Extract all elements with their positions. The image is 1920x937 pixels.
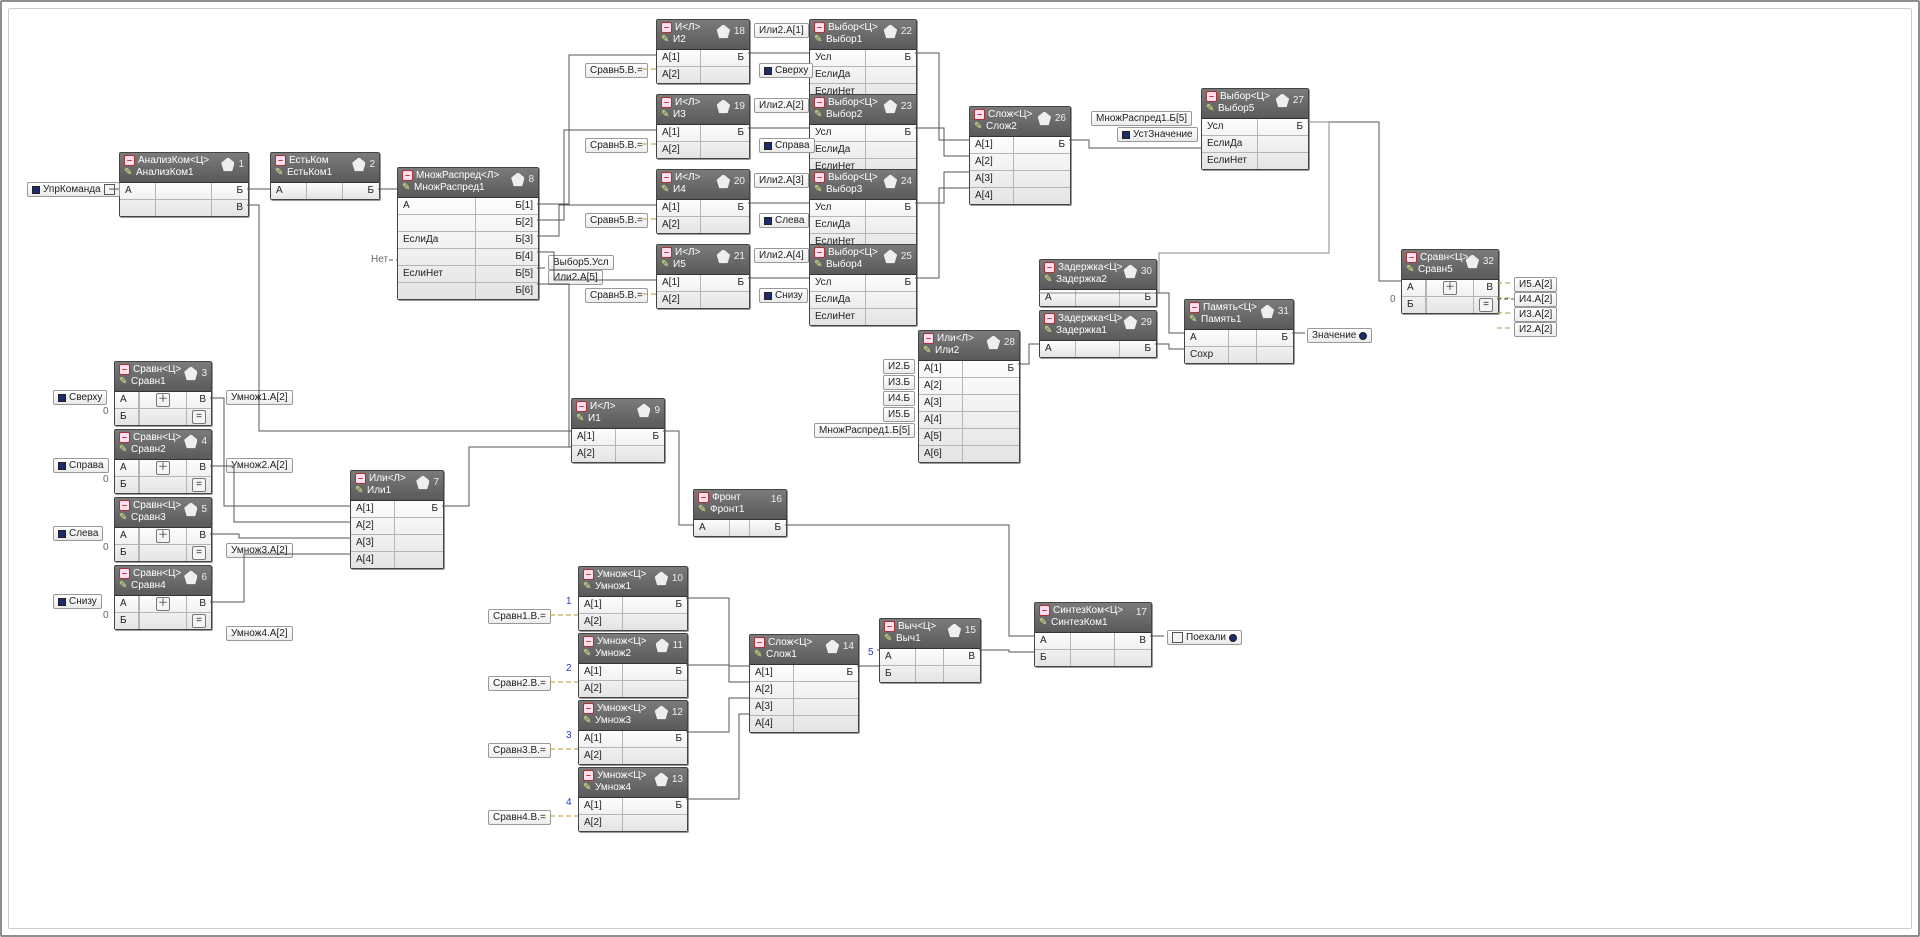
tag-ili2-a1[interactable]: Или2.А[1]: [754, 23, 809, 38]
block-vybor1[interactable]: –Выбор<Ц>Выбор122 УслБЕслиДаЕслиНет: [809, 19, 917, 101]
tag-i2-a2[interactable]: И2.А[2]: [1514, 322, 1557, 337]
tag-i2-b[interactable]: И2.Б: [883, 359, 915, 374]
const-0-2: 0: [103, 474, 109, 485]
tag-i4-b[interactable]: И4.Б: [883, 391, 915, 406]
block-front1[interactable]: –Фронт Фронт1 16 АБ: [693, 489, 787, 537]
tag-i4-a2[interactable]: И4.А[2]: [1514, 292, 1557, 307]
tag-sravn5-v-b[interactable]: Сравн5.В.=: [585, 138, 648, 153]
tag-ili2-a5[interactable]: Или2.А[5]: [548, 270, 603, 285]
tag-vybor5-usl[interactable]: Выбор5.Усл: [548, 255, 614, 270]
block-vybor4[interactable]: –Выбор<Ц>Выбор425 УслБЕслиДаЕслиНет: [809, 244, 917, 326]
block-analizkоm1[interactable]: –АнализКом<Ц> АнализКом1 1 АБ В: [119, 152, 249, 217]
const-2: 2: [566, 663, 572, 674]
tag-i3-a2[interactable]: И3.А[2]: [1514, 307, 1557, 322]
pin-sverhu-a[interactable]: Сверху: [53, 390, 107, 405]
pin-sverhu-b[interactable]: Сверху: [759, 63, 813, 78]
tag-mnozrazpred-b5-a[interactable]: МножРаспред1.Б[5]: [814, 423, 915, 438]
tag-ili2-a2[interactable]: Или2.А[2]: [754, 98, 809, 113]
block-sravn1[interactable]: –Сравн<Ц> Сравн1 3 А＋В Б=: [114, 361, 212, 426]
block-umnozh3[interactable]: –Умнож<Ц> Умнож3 12 А[1]Б А[2]: [578, 700, 688, 765]
pin-sprava-b[interactable]: Справа: [759, 138, 815, 153]
tag-sravn5-v-d[interactable]: Сравн5.В.=: [585, 288, 648, 303]
block-sravn4[interactable]: –Сравн<Ц> Сравн4 6 А＋В Б=: [114, 565, 212, 630]
tag-sravn2-v[interactable]: Сравн2.В.=: [488, 676, 551, 691]
const-0-4: 0: [103, 610, 109, 621]
block-zaderzhka1[interactable]: –Задержка<Ц>Задержка129 АБ: [1039, 310, 1157, 358]
block-umnozh1[interactable]: –Умнож<Ц> Умнож1 10 А[1]Б А[2]: [578, 566, 688, 631]
tag-i3-b[interactable]: И3.Б: [883, 375, 915, 390]
tag-sravn4-v[interactable]: Сравн4.В.=: [488, 810, 551, 825]
tag-umnozh3-a2[interactable]: Умнож3.А[2]: [226, 543, 293, 558]
block-vych1[interactable]: –Выч<Ц> Выч1 15 АВ Б: [879, 618, 981, 683]
block-i2[interactable]: –И<Л>И218 А[1]БА[2]: [656, 19, 750, 84]
const-0-3: 0: [103, 542, 109, 553]
pin-znachenie[interactable]: Значение: [1307, 328, 1372, 343]
tag-sravn5-v-a[interactable]: Сравн5.В.=: [585, 63, 648, 78]
const-net: Нет: [371, 254, 388, 265]
pin-ustznachenie[interactable]: УстЗначение: [1117, 127, 1198, 142]
pin-snizu-b[interactable]: Снизу: [759, 288, 808, 303]
const-4: 4: [566, 797, 572, 808]
pin-sprava-a[interactable]: Справа: [53, 458, 109, 473]
block-sravn5[interactable]: –Сравн<Ц>Сравн532 А＋В Б=: [1401, 249, 1499, 314]
diagram-canvas[interactable]: { "blocks": { "b1": {"type":"АнализКом<Ц…: [0, 0, 1920, 937]
tag-ili2-a3[interactable]: Или2.А[3]: [754, 173, 809, 188]
pin-sleva-a[interactable]: Слева: [53, 526, 103, 541]
block-umnozh4[interactable]: –Умнож<Ц> Умнож4 13 А[1]Б А[2]: [578, 767, 688, 832]
block-pamyat1[interactable]: –Память<Ц>Память131 АБ Сохр: [1184, 299, 1294, 364]
block-sintezkom1[interactable]: –СинтезКом<Ц> СинтезКом1 17 АВ Б: [1034, 602, 1152, 667]
tag-umnozh2-a2[interactable]: Умнож2.А[2]: [226, 458, 293, 473]
block-i5[interactable]: –И<Л>И521 А[1]БА[2]: [656, 244, 750, 309]
block-ili1[interactable]: –Или<Л> Или1 7 А[1]Б А[2] А[3] А[4]: [350, 470, 444, 569]
pin-poehali[interactable]: Поехали: [1167, 630, 1242, 645]
block-mnozrazpred1[interactable]: –МножРаспред<Л> МножРаспред1 8 АБ[1] Б[2…: [397, 167, 539, 300]
block-sravn2[interactable]: –Сравн<Ц> Сравн2 4 А＋В Б=: [114, 429, 212, 494]
pin-snizu-a[interactable]: Снизу: [53, 594, 102, 609]
block-sravn3[interactable]: –Сравн<Ц> Сравн3 5 А＋В Б=: [114, 497, 212, 562]
block-estkom1[interactable]: –ЕстьКом ЕстьКом1 2 АБ: [270, 152, 380, 200]
tag-i5-a2[interactable]: И5.А[2]: [1514, 277, 1557, 292]
tag-sravn5-v-c[interactable]: Сравн5.В.=: [585, 213, 648, 228]
const-1: 1: [566, 596, 572, 607]
block-zaderzhka2[interactable]: –Задержка<Ц>Задержка230 АБ: [1039, 259, 1157, 307]
pin-uprkomanda[interactable]: УпрКоманда: [27, 182, 120, 197]
tag-i5-b[interactable]: И5.Б: [883, 407, 915, 422]
block-i1[interactable]: –И<Л> И1 9 А[1]Б А[2]: [571, 398, 665, 463]
tag-mnozrazpred-b5-b[interactable]: МножРаспред1.Б[5]: [1091, 111, 1192, 126]
block-i4[interactable]: –И<Л>И420 А[1]БА[2]: [656, 169, 750, 234]
pin-sleva-b[interactable]: Слева: [759, 213, 809, 228]
tag-sravn3-v[interactable]: Сравн3.В.=: [488, 743, 551, 758]
const-3: 3: [566, 730, 572, 741]
block-slozh1[interactable]: –Слож<Ц> Слож1 14 А[1]Б А[2] А[3] А[4]: [749, 634, 859, 733]
block-i3[interactable]: –И<Л>И319 А[1]БА[2]: [656, 94, 750, 159]
tag-ili2-a4[interactable]: Или2.А[4]: [754, 248, 809, 263]
block-vybor3[interactable]: –Выбор<Ц>Выбор324 УслБЕслиДаЕслиНет: [809, 169, 917, 251]
const-0-1: 0: [103, 406, 109, 417]
block-ili2[interactable]: –Или<Л>Или228 А[1]Б А[2] А[3] А[4] А[5] …: [918, 330, 1020, 463]
const-0-5: 0: [1390, 294, 1396, 305]
tag-umnozh4-a2[interactable]: Умнож4.А[2]: [226, 626, 293, 641]
block-umnozh2[interactable]: –Умнож<Ц> Умнож2 11 А[1]Б А[2]: [578, 633, 688, 698]
tag-sravn1-v[interactable]: Сравн1.В.=: [488, 609, 551, 624]
const-5: 5: [868, 647, 874, 658]
tag-umnozh1-a2[interactable]: Умнож1.А[2]: [226, 390, 293, 405]
block-vybor5[interactable]: –Выбор<Ц>Выбор527 УслБЕслиДаЕслиНет: [1201, 88, 1309, 170]
block-slozh2[interactable]: –Слож<Ц>Слож226 А[1]Б А[2] А[3] А[4]: [969, 106, 1071, 205]
wires-layer: [9, 9, 1911, 928]
block-vybor2[interactable]: –Выбор<Ц>Выбор223 УслБЕслиДаЕслиНет: [809, 94, 917, 176]
